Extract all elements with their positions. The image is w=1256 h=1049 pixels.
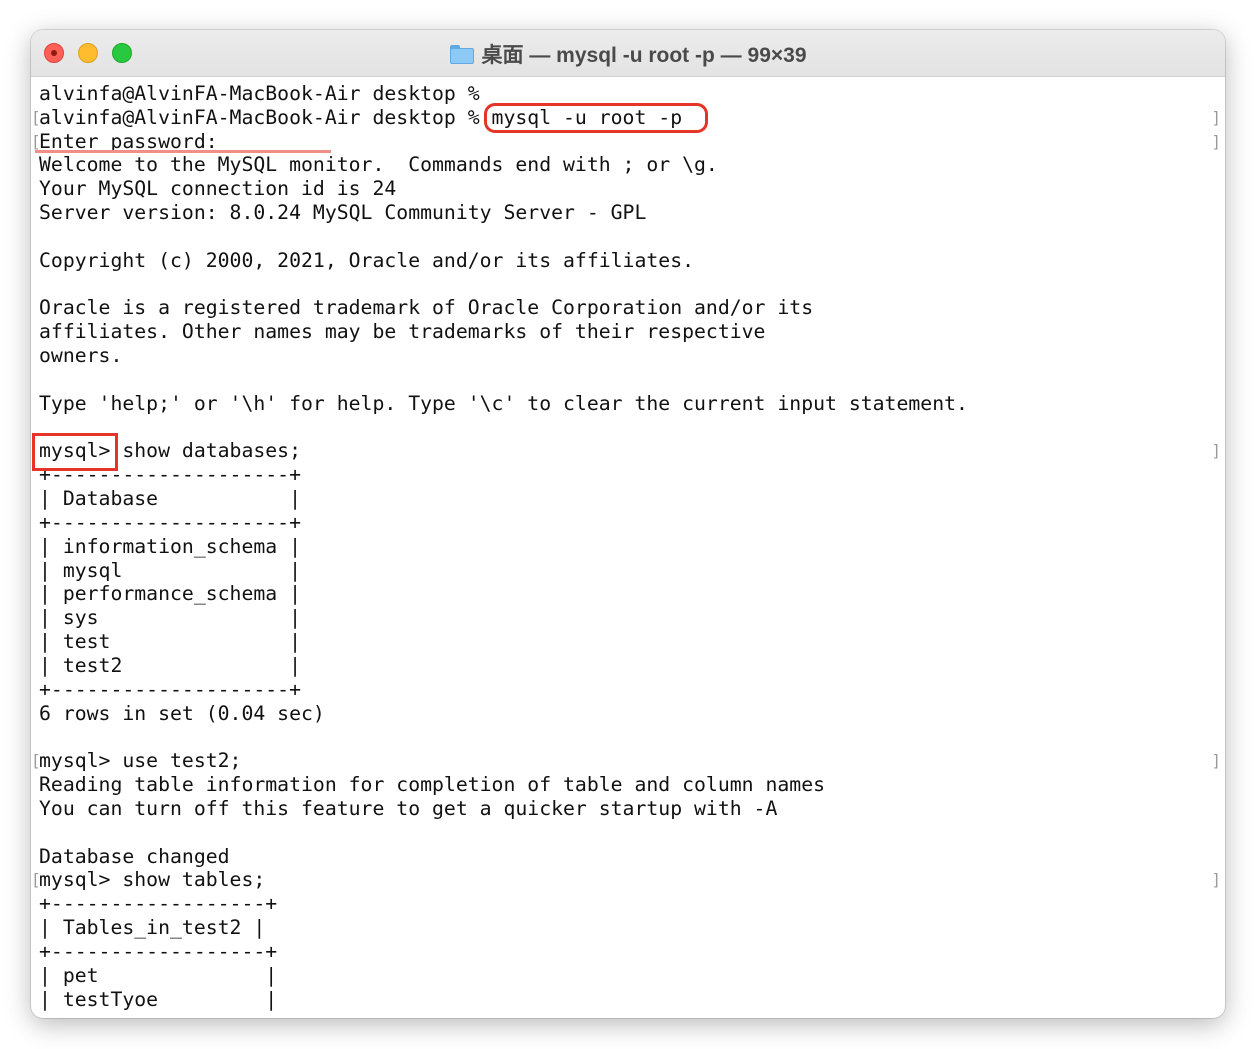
line-marker-left: [: [31, 870, 41, 890]
line-marker-right: ]: [1211, 751, 1221, 771]
terminal-line: | Tables_in_test2 |: [39, 916, 266, 940]
title-dimensions: 99×39: [747, 44, 807, 67]
terminal-line: Type 'help;' or '\h' for help. Type '\c'…: [39, 391, 968, 415]
terminal-line: Database changed: [39, 844, 230, 868]
command-highlight-oval: [484, 103, 708, 133]
terminal-line: Copyright (c) 2000, 2021, Oracle and/or …: [39, 248, 695, 272]
terminal-line: | Database |: [39, 487, 302, 511]
terminal-line: 6 rows in set (0.04 sec): [39, 701, 325, 725]
line-marker-left: [: [31, 107, 41, 127]
terminal-line: mysql> use test2;: [39, 749, 242, 773]
terminal-line: Your MySQL connection id is 24: [39, 177, 397, 201]
terminal-content[interactable]: alvinfa@AlvinFA-MacBook-Air desktop % alv…: [31, 77, 1225, 1018]
line-marker-right: ]: [1211, 131, 1221, 151]
window-title: 桌面 — mysql -u root -p — 99×39: [31, 39, 1225, 69]
terminal-line: +--------------------+: [39, 677, 302, 701]
terminal-line: +------------------+: [39, 892, 278, 916]
title-separator: —: [714, 44, 748, 67]
terminal-line: | test2 |: [39, 653, 302, 677]
terminal-line: affiliates. Other names may be trademark…: [39, 320, 766, 344]
password-underline: [35, 150, 331, 153]
folder-icon: [449, 45, 474, 64]
terminal-line: mysql> show tables;: [39, 868, 266, 892]
mysql-prompt-highlight-box: [32, 433, 118, 471]
terminal-line: alvinfa@AlvinFA-MacBook-Air desktop %: [39, 82, 480, 105]
terminal-line: owners.: [39, 344, 123, 368]
line-marker-left: [: [31, 751, 41, 771]
terminal-line: Welcome to the MySQL monitor. Commands e…: [39, 153, 718, 177]
terminal-line: You can turn off this feature to get a q…: [39, 796, 778, 820]
line-marker-right: ]: [1211, 870, 1221, 890]
line-marker-right: ]: [1211, 107, 1221, 127]
terminal-line: | performance_schema |: [39, 582, 302, 606]
title-separator: —: [523, 44, 557, 67]
title-bar[interactable]: 桌面 — mysql -u root -p — 99×39: [31, 30, 1225, 77]
terminal-window: 桌面 — mysql -u root -p — 99×39 alvinfa@Al…: [31, 30, 1225, 1018]
line-marker-right: ]: [1211, 441, 1221, 461]
terminal-line: | mysql |: [39, 558, 302, 582]
terminal-line: | pet |: [39, 963, 278, 987]
terminal-line: | sys |: [39, 606, 302, 630]
title-command: mysql -u root -p: [556, 44, 715, 67]
terminal-line: | information_schema |: [39, 534, 302, 558]
terminal-line: Reading table information for completion…: [39, 773, 826, 797]
terminal-line: | test |: [39, 630, 302, 654]
title-folder: 桌面: [481, 44, 524, 67]
terminal-line: Oracle is a registered trademark of Orac…: [39, 296, 814, 320]
terminal-line: | testTyoe |: [39, 987, 278, 1011]
terminal-line: Server version: 8.0.24 MySQL Community S…: [39, 201, 647, 225]
terminal-line: +------------------+: [39, 939, 278, 963]
terminal-line: +--------------------+: [39, 510, 302, 534]
